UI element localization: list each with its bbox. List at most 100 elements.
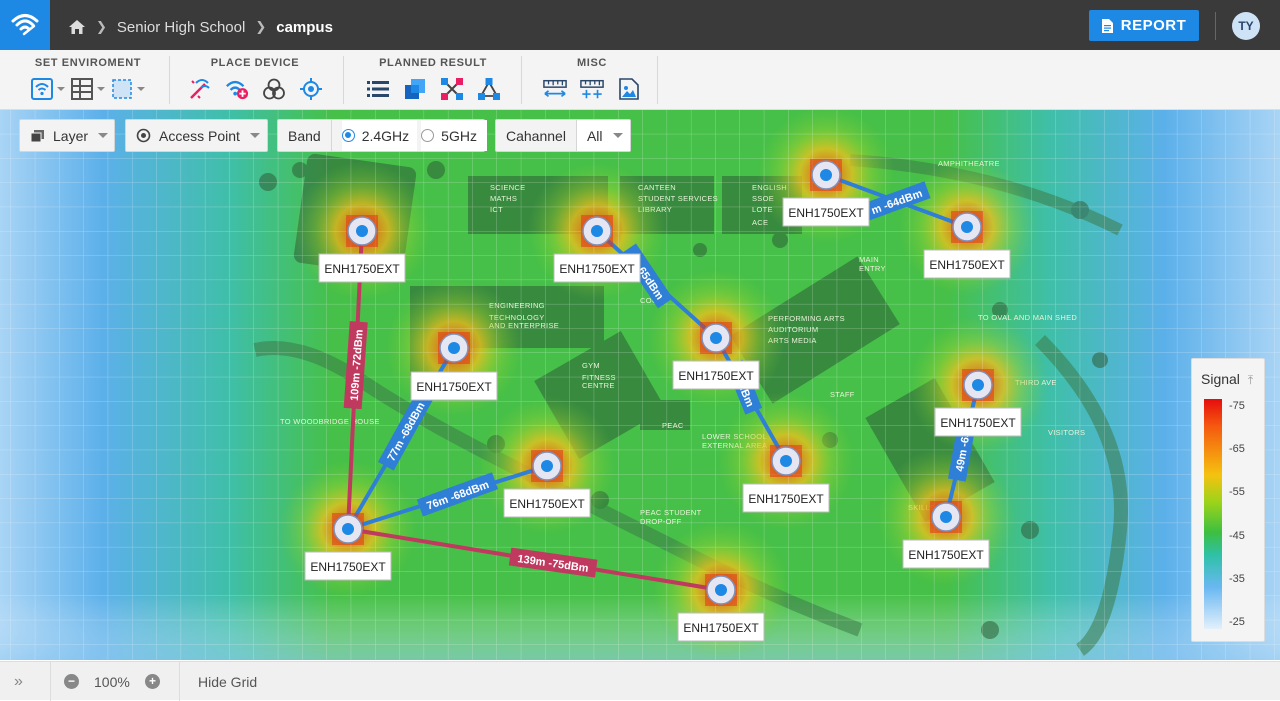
legend-title: Signal ⤒ <box>1201 371 1254 387</box>
group-title: PLACE DEVICE <box>210 57 300 69</box>
home-icon[interactable] <box>68 19 86 35</box>
app-logo-icon[interactable] <box>0 0 50 50</box>
divider <box>1215 12 1216 40</box>
radio-unselected[interactable] <box>421 129 435 142</box>
topology-icon[interactable] <box>477 77 501 101</box>
access-point-label: ENH1750EXT <box>782 197 870 227</box>
band-option-5ghz[interactable]: 5GHz <box>421 120 487 151</box>
svg-text:ENH1750EXT: ENH1750EXT <box>683 621 759 635</box>
layer-label: Layer <box>53 127 89 144</box>
wifi-settings-icon[interactable] <box>31 77 65 101</box>
toolbar: SET ENVIROMENT PLACE DEVICE PLANNED RESU… <box>0 50 1280 110</box>
three-circles-icon[interactable] <box>262 77 286 101</box>
breadcrumb-project[interactable]: Senior High School <box>117 19 245 36</box>
list-icon[interactable] <box>366 77 390 101</box>
channel-label: Cahannel <box>496 120 577 151</box>
device-type-label: Access Point <box>159 127 240 144</box>
chevron-right-icon: ❯ <box>255 19 267 34</box>
access-point[interactable] <box>951 211 983 243</box>
breadcrumb: ❯ Senior High School ❯ campus <box>68 0 333 54</box>
signal-legend: Signal ⤒ -75 -65 -55 -45 -35 -25 <box>1191 358 1265 642</box>
legend-tick: -65 <box>1229 443 1245 455</box>
report-button[interactable]: REPORT <box>1089 10 1199 41</box>
access-point-label: ENH1750EXT <box>934 407 1022 437</box>
ap-target-icon <box>136 128 151 143</box>
layer-dropdown[interactable]: Layer <box>19 119 115 152</box>
bottom-bar: » − 100% + Hide Grid <box>0 661 1280 701</box>
group-title: SET ENVIROMENT <box>34 57 142 69</box>
document-icon <box>1101 18 1113 33</box>
access-point[interactable] <box>581 215 613 247</box>
access-point[interactable] <box>770 445 802 477</box>
divider <box>169 56 170 104</box>
avatar[interactable]: TY <box>1232 12 1260 40</box>
svg-text:ENH1750EXT: ENH1750EXT <box>678 369 754 383</box>
band-selector: Band 2.4GHz 5GHz <box>277 119 487 152</box>
channel-icon[interactable] <box>440 77 464 101</box>
legend-tick: -25 <box>1229 616 1245 628</box>
chevron-down-icon <box>249 133 260 138</box>
heatmap-canvas: SCIENCEMATHSICTCANTEENSTUDENT SERVICESLI… <box>0 110 1280 660</box>
svg-text:ENH1750EXT: ENH1750EXT <box>929 258 1005 272</box>
expand-panel-icon[interactable]: » <box>14 662 23 701</box>
channel-dropdown[interactable]: All <box>576 120 630 151</box>
device-type-dropdown[interactable]: Access Point <box>125 119 268 152</box>
access-point[interactable] <box>705 574 737 606</box>
svg-text:ENH1750EXT: ENH1750EXT <box>748 492 824 506</box>
image-icon[interactable] <box>617 77 641 101</box>
crosshair-icon[interactable] <box>299 77 323 101</box>
band-option-24ghz[interactable]: 2.4GHz <box>341 120 418 151</box>
top-bar: ❯ Senior High School ❯ campus REPORT TY <box>0 0 1280 50</box>
add-ap-icon[interactable] <box>225 77 249 101</box>
divider <box>343 56 344 104</box>
access-point[interactable] <box>346 215 378 247</box>
group-title: MISC <box>577 57 607 69</box>
divider <box>521 56 522 104</box>
zoom-out-button[interactable]: − <box>64 662 79 701</box>
access-point[interactable] <box>438 332 470 364</box>
wall-grid-icon[interactable] <box>71 77 105 101</box>
svg-text:ENH1750EXT: ENH1750EXT <box>908 548 984 562</box>
access-point-label: ENH1750EXT <box>923 249 1011 279</box>
floor-plan-map[interactable]: SCIENCEMATHSICTCANTEENSTUDENT SERVICESLI… <box>0 110 1280 660</box>
coverage-icon[interactable] <box>403 77 427 101</box>
access-point-label: ENH1750EXT <box>902 539 990 569</box>
measure-add-icon[interactable] <box>580 77 604 101</box>
access-point[interactable] <box>700 322 732 354</box>
access-point-label: ENH1750EXT <box>553 253 641 283</box>
access-point-label: ENH1750EXT <box>304 551 392 581</box>
zoom-in-button[interactable]: + <box>145 662 160 701</box>
report-label: REPORT <box>1120 17 1187 34</box>
svg-text:ENH1750EXT: ENH1750EXT <box>310 560 386 574</box>
ruler-icon[interactable] <box>543 77 567 101</box>
access-point-label: ENH1750EXT <box>672 360 760 390</box>
divider <box>657 56 658 104</box>
access-point[interactable] <box>531 450 563 482</box>
legend-color-bar <box>1204 399 1222 629</box>
svg-text:ENH1750EXT: ENH1750EXT <box>416 380 492 394</box>
svg-text:ENH1750EXT: ENH1750EXT <box>788 206 864 220</box>
access-point-label: ENH1750EXT <box>503 488 591 518</box>
sort-arrow-icon[interactable]: ⤒ <box>1248 373 1253 387</box>
chevron-down-icon <box>612 133 623 138</box>
radio-selected[interactable] <box>341 129 355 142</box>
svg-text:ENH1750EXT: ENH1750EXT <box>940 416 1016 430</box>
access-point[interactable] <box>930 501 962 533</box>
chevron-right-icon: ❯ <box>96 19 107 34</box>
group-place-device: PLACE DEVICE <box>172 50 338 110</box>
access-point-label: ENH1750EXT <box>318 253 406 283</box>
group-planned-result: PLANNED RESULT <box>346 50 520 110</box>
access-point-label: ENH1750EXT <box>410 371 498 401</box>
band-label: Band <box>278 120 332 151</box>
access-point[interactable] <box>962 369 994 401</box>
chevron-down-icon <box>98 133 109 138</box>
legend-tick: -75 <box>1229 400 1245 412</box>
access-point[interactable] <box>332 513 364 545</box>
group-set-environment: SET ENVIROMENT <box>18 50 158 110</box>
magic-wand-icon[interactable] <box>188 77 212 101</box>
group-title: PLANNED RESULT <box>379 57 487 69</box>
area-select-icon[interactable] <box>111 77 145 101</box>
access-point[interactable] <box>810 159 842 191</box>
legend-tick: -35 <box>1229 573 1245 585</box>
hide-grid-toggle[interactable]: Hide Grid <box>198 662 257 701</box>
